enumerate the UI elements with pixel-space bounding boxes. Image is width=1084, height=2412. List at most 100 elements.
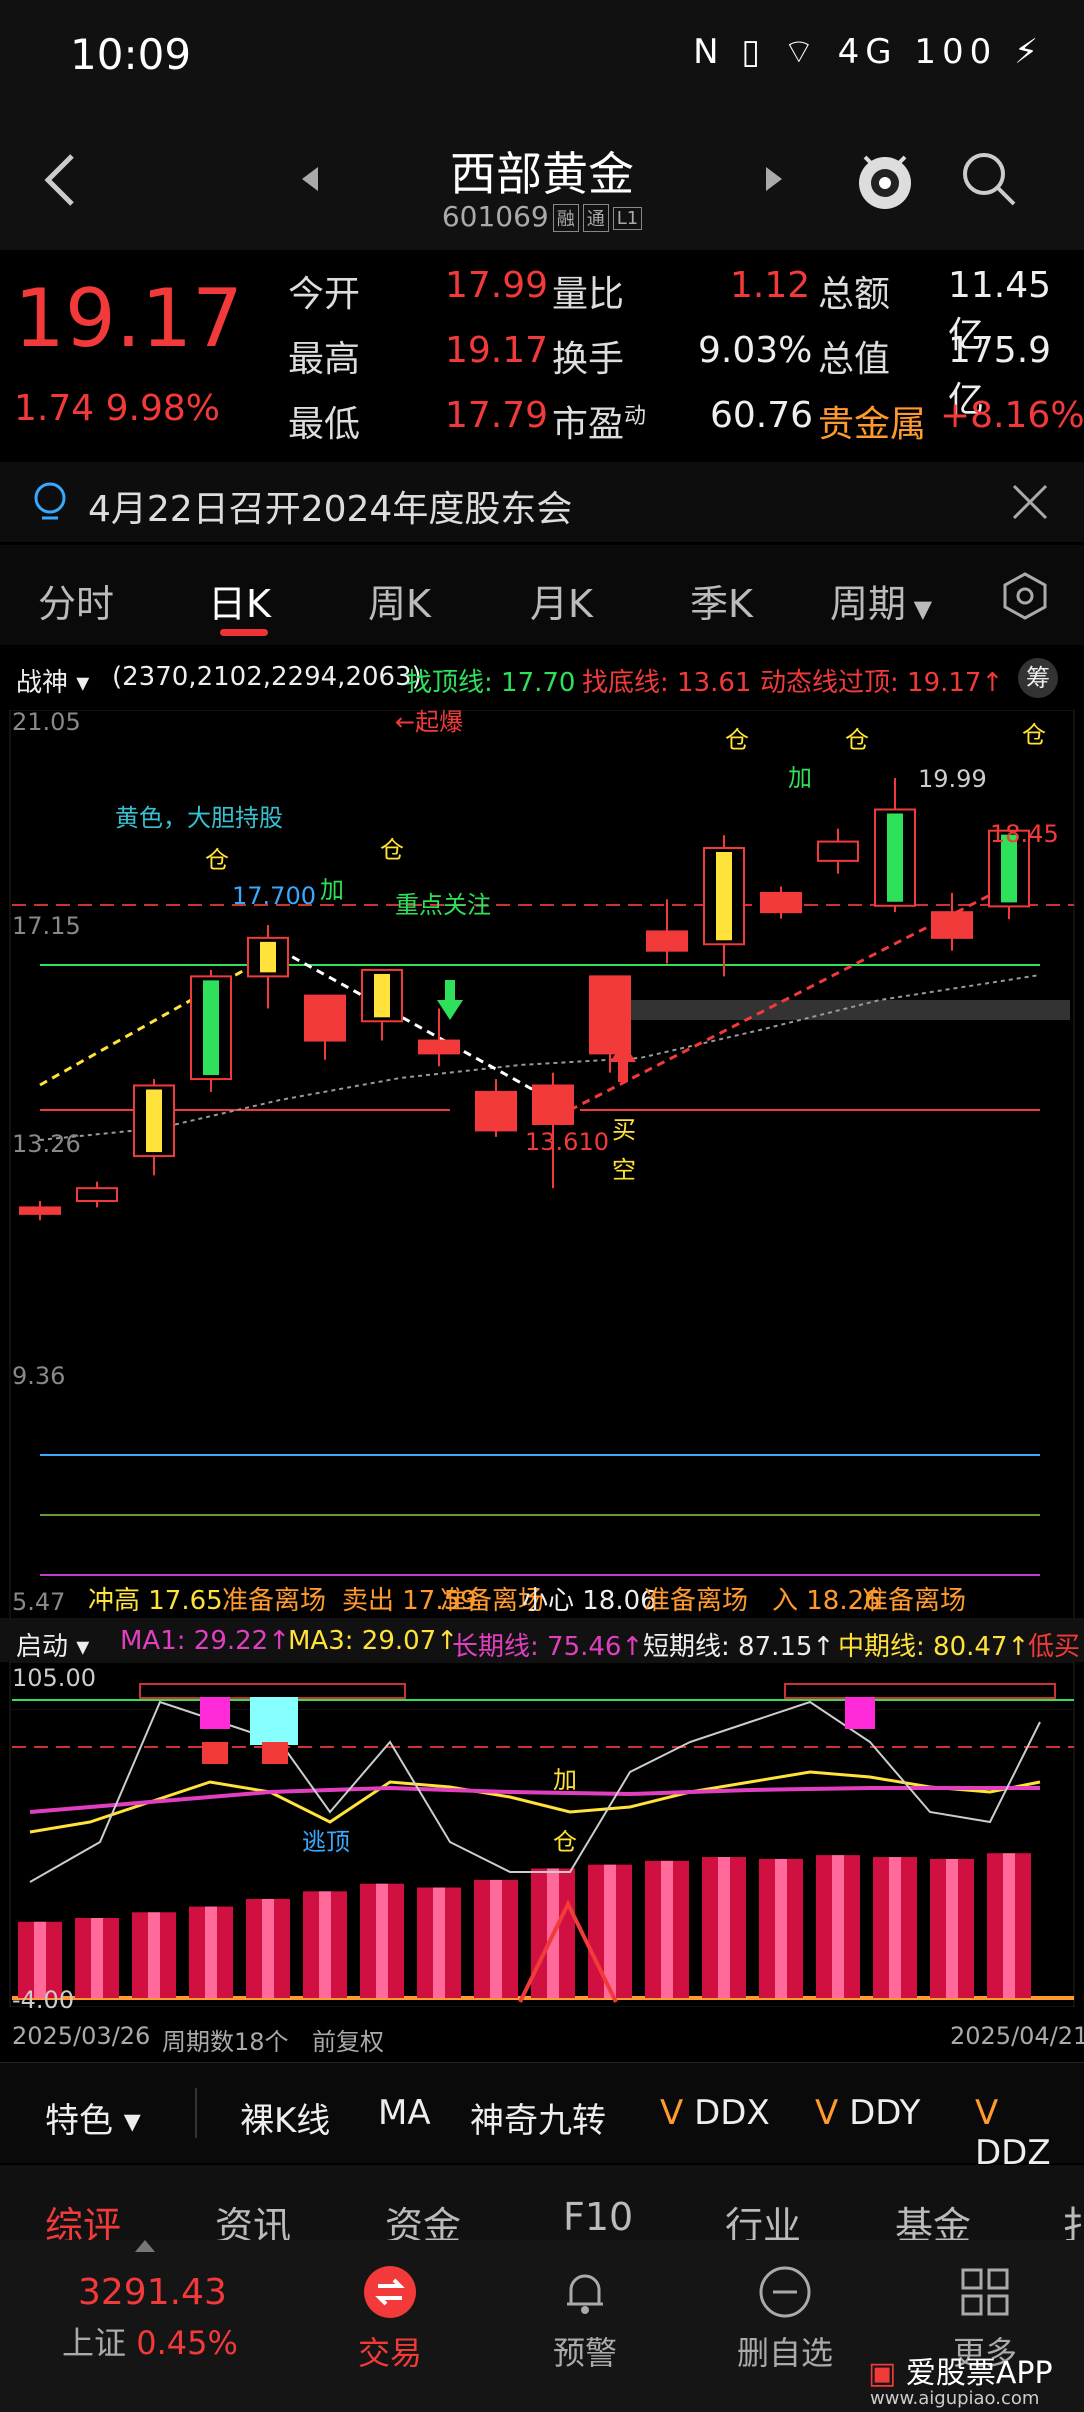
date-start: 2025/03/26 (12, 2022, 151, 2050)
index-value[interactable]: 3291.43 (78, 2272, 227, 2313)
tab-period[interactable]: 周期 ▼ (830, 573, 932, 628)
active-tab-indicator (220, 629, 268, 636)
volume-bar-highlight (262, 1898, 274, 1998)
robot-mascot-icon[interactable] (855, 145, 915, 215)
yellow-sub-line (29, 1770, 1041, 1834)
y-label-low: 13.26 (12, 1130, 81, 1158)
grid-icon (961, 2268, 1009, 2316)
nav-trade[interactable]: 交易 (340, 2264, 440, 2374)
index-name[interactable]: 上证 0.45% (62, 2318, 238, 2364)
volume-bar-highlight (319, 1891, 331, 1998)
bottom-line-value: 找底线: 13.61 (582, 668, 752, 698)
feature-ddx[interactable]: V DDX (660, 2093, 770, 2133)
stock-code: 601069 融通 L1 (0, 200, 1084, 233)
annotation-sub-cang: 仓 (553, 1828, 577, 1856)
value-high: 19.17 (445, 330, 549, 371)
candle-body (760, 891, 802, 914)
indicator-selector[interactable]: 战神 ▾ (16, 662, 89, 699)
annotation-cang-3: 仓 (725, 726, 749, 754)
status-time: 10:09 (70, 30, 192, 79)
nav-alert[interactable]: 预警 (535, 2264, 635, 2374)
value-volume-ratio: 1.12 (730, 265, 811, 306)
value-open: 17.99 (445, 265, 549, 306)
sector-name[interactable]: 贵金属 (818, 395, 926, 447)
indicator-params: (2370,2102,2294,2063) (112, 662, 422, 692)
tab-intraday[interactable]: 分时 (38, 573, 114, 628)
ma1-value: MA1: 29.22↑ (120, 1626, 291, 1656)
candle-body (817, 840, 859, 862)
candle-body (304, 994, 346, 1042)
volume-bar-highlight (148, 1912, 160, 1998)
bell-icon (567, 2274, 603, 2314)
notice-bar[interactable]: 4月22日召开2024年度股东会 (0, 462, 1084, 542)
value-pe: 60.76 (710, 395, 814, 436)
volume-bar-highlight (832, 1855, 844, 1998)
feature-divider (195, 2088, 197, 2138)
chips-button[interactable]: 筹 (1018, 658, 1058, 698)
annotation-empty: 空 (612, 1156, 636, 1184)
annotation-low-13610: 13.610 (525, 1128, 609, 1156)
status-icons: N ▯ ⌔ 4G 100 ⚡ (693, 32, 1044, 72)
tab-daily-k[interactable]: 日K (208, 573, 271, 628)
notice-text: 4月22日召开2024年度股东会 (88, 489, 573, 530)
candle-inner-signal (887, 813, 903, 902)
volume-bar-highlight (718, 1857, 730, 1998)
volume-bar-highlight (889, 1857, 901, 1998)
v-icon: V (975, 2093, 999, 2133)
annotation-yellow-hold: 黄色，大胆持股 (115, 804, 283, 832)
feature-bare-k[interactable]: 裸K线 (240, 2093, 330, 2142)
volume-bar-highlight (205, 1906, 217, 1998)
quote-panel: 19.17 1.74 9.98% 今开 17.99 量比 1.12 总额 11.… (0, 250, 1084, 458)
tab-monthly-k[interactable]: 月K (530, 573, 593, 628)
kline-chart[interactable]: 战神 ▾ (2370,2102,2294,2063) 找顶线: 17.70 找底… (0, 650, 1084, 2060)
feature-ddy[interactable]: V DDY (815, 2093, 920, 2133)
feature-ma[interactable]: MA (378, 2093, 431, 2133)
value-low: 17.79 (445, 395, 549, 436)
low-buy-label: 低买 (1028, 1632, 1081, 1662)
label-low: 最低 (288, 404, 361, 445)
mid-line-value: 中期线: 80.47↑ (838, 1632, 1030, 1662)
volume-bar-highlight (91, 1918, 103, 1998)
feature-ddz[interactable]: V DDZ (975, 2093, 1084, 2173)
candle-body (76, 1187, 118, 1203)
tab-weekly-k[interactable]: 周K (368, 573, 431, 628)
feature-special[interactable]: 特色 ▾ (45, 2093, 141, 2142)
top-line-value: 找顶线: 17.70 (406, 668, 576, 698)
volume-bar-highlight (1003, 1853, 1015, 1998)
candle-body (475, 1090, 517, 1132)
annotation-jia-1: 加 (320, 876, 344, 904)
tab-quarterly-k[interactable]: 季K (690, 573, 753, 628)
sub-indicator-selector[interactable]: 启动 ▾ (16, 1626, 89, 1663)
date-end: 2025/04/21 (950, 2022, 1084, 2050)
sub-y-top: 105.00 (12, 1664, 96, 1692)
label-open: 今开 (288, 274, 361, 315)
stock-header: 西部黄金 601069 融通 L1 (0, 110, 1084, 250)
annotation-high-19-99: 19.99 (918, 765, 987, 793)
price-change: 1.74 9.98% (14, 388, 220, 429)
magenta-block-2 (845, 1697, 875, 1729)
red-block-2 (262, 1742, 288, 1764)
annotation-18-45: 18.45 (990, 820, 1059, 848)
value-turnover: 9.03% (698, 330, 813, 371)
nav-remove-watchlist[interactable]: 删自选 (725, 2264, 845, 2374)
feature-nine-turn[interactable]: 神奇九转 (470, 2093, 606, 2142)
next-stock-icon[interactable] (764, 165, 784, 193)
annotation-cang-4: 仓 (845, 726, 869, 754)
expand-caret-icon[interactable] (135, 2240, 155, 2252)
current-price: 19.17 (14, 272, 244, 365)
sector-change[interactable]: +8.16% (940, 395, 1084, 436)
minus-circle-icon (759, 2266, 811, 2318)
ma3-value: MA3: 29.07↑ (288, 1626, 459, 1656)
annotation-cang-2: 仓 (380, 836, 404, 864)
candle-body (532, 1084, 574, 1125)
volume-bar-highlight (946, 1858, 958, 1998)
sub-indicator-header: 启动 ▾ MA1: 29.22↑ MA3: 29.07↑ 长期线: 75.46↑… (0, 1618, 1084, 1662)
search-icon[interactable] (960, 150, 1020, 210)
volume-bars-group (18, 1853, 1031, 1998)
up-arrow-shaft (618, 1060, 628, 1082)
settings-hex-icon[interactable] (1000, 571, 1050, 621)
v-icon: V (660, 2093, 695, 2133)
label-volume-ratio: 量比 (552, 274, 625, 315)
close-icon[interactable] (1010, 482, 1050, 522)
info-tab-f10[interactable]: F10 (563, 2195, 633, 2239)
